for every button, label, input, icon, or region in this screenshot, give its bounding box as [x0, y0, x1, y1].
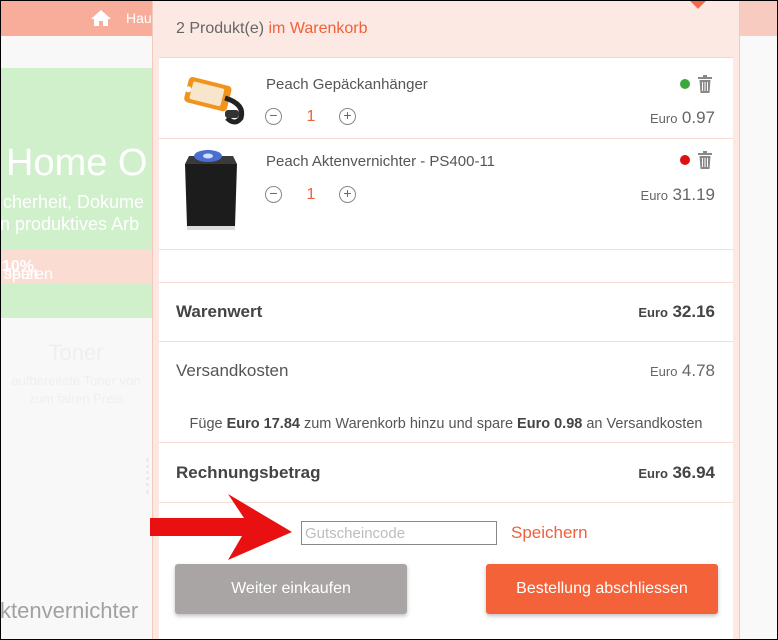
plus-circle-icon[interactable]: +: [339, 108, 356, 125]
shipping-row: Versandkosten Euro 4.78: [159, 361, 733, 391]
item-name[interactable]: Peach Aktenvernichter - PS400-11: [266, 153, 495, 170]
checkout-button[interactable]: Bestellung abschliessen: [486, 564, 718, 614]
cart-count: 2 Produkt(e) im Warenkorb: [176, 20, 368, 37]
plus-circle-icon[interactable]: +: [339, 186, 356, 203]
minus-circle-icon[interactable]: −: [265, 108, 282, 125]
subtotal-row: Warenwert Euro 32.16: [159, 302, 733, 332]
item-name[interactable]: Peach Gepäckanhänger: [266, 76, 428, 93]
availability-dot: [680, 79, 690, 89]
divider: [159, 138, 733, 139]
quantity-stepper: − 1 +: [265, 186, 365, 206]
availability-dot: [680, 155, 690, 165]
subtotal-value: Euro 32.16: [638, 302, 715, 321]
shipping-label: Versandkosten: [176, 361, 289, 380]
red-arrow-icon: [150, 494, 292, 560]
luggage-tag-thumbnail: [184, 77, 245, 125]
cart-header: 2 Produkt(e) im Warenkorb: [159, 0, 733, 58]
divider: [159, 282, 733, 283]
cart-item: Peach Aktenvernichter - PS400-11 − 1 + E…: [159, 146, 733, 230]
cart-pointer: [688, 0, 708, 9]
shipping-value: Euro 4.78: [649, 361, 715, 380]
trash-icon[interactable]: [697, 151, 713, 169]
item-price: Euro 0.97: [649, 108, 715, 127]
continue-shopping-button[interactable]: Weiter einkaufen: [175, 564, 407, 614]
minus-circle-icon[interactable]: −: [265, 186, 282, 203]
total-label: Rechnungsbetrag: [176, 463, 321, 482]
shredder-thumbnail: [185, 150, 237, 230]
divider: [159, 341, 733, 342]
cart-item: Peach Gepäckanhänger − 1 + Euro 0.97: [159, 68, 733, 144]
divider: [159, 442, 733, 443]
item-quantity[interactable]: 1: [301, 108, 321, 126]
item-price: Euro 31.19: [640, 185, 715, 204]
quantity-stepper: − 1 +: [265, 108, 365, 128]
free-shipping-note: Füge Euro 17.84 zum Warenkorb hinzu und …: [189, 416, 703, 432]
total-value: Euro 36.94: [638, 463, 715, 482]
item-quantity[interactable]: 1: [301, 186, 321, 204]
trash-icon[interactable]: [697, 75, 713, 93]
subtotal-label: Warenwert: [176, 302, 263, 321]
save-coupon-link[interactable]: Speichern: [511, 523, 588, 543]
coupon-input[interactable]: [301, 521, 497, 545]
divider: [159, 249, 733, 250]
